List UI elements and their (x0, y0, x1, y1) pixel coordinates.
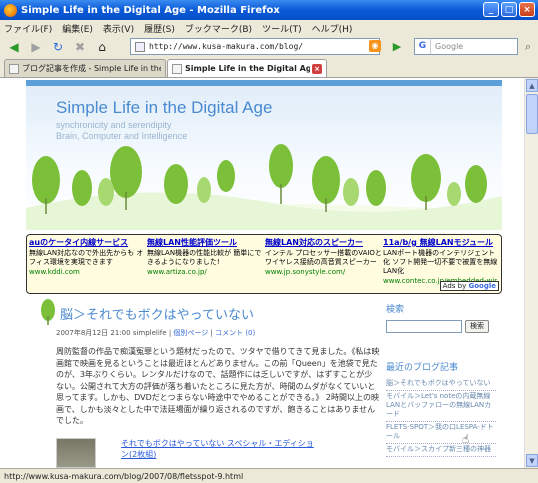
ad-title[interactable]: 無線LAN性能評価ツール (147, 237, 265, 248)
search-input[interactable]: G Google (414, 38, 518, 55)
reload-icon[interactable]: ↻ (48, 38, 68, 56)
menu-view[interactable]: 表示(V) (103, 22, 134, 35)
header-trees-illustration (26, 144, 502, 230)
address-bar[interactable]: http://www.kusa-makura.com/blog/ (130, 38, 380, 55)
menu-history[interactable]: 履歴(S) (144, 22, 175, 35)
menu-tools[interactable]: ツール(T) (262, 22, 302, 35)
recent-post-item[interactable]: 脳＞それでもボクはやっていない (386, 378, 496, 391)
go-icon[interactable]: ▶ (388, 38, 406, 55)
post-body: 周防監督の作品で痴漢冤罪という題材だったので、ツタヤで借りてきて見ました。《私は… (56, 347, 380, 425)
address-url: http://www.kusa-makura.com/blog/ (149, 42, 304, 51)
status-text: http://www.kusa-makura.com/blog/2007/08/… (4, 471, 244, 481)
main-column: 脳＞それでもボクはやっていない 2007年8月12日 21:00 simplel… (26, 298, 379, 468)
ads-by-label: Ads by (442, 282, 467, 290)
home-icon[interactable]: ⌂ (92, 38, 112, 56)
ads-by-google[interactable]: Ads by Google (439, 281, 499, 291)
post-meta: 2007年8月12日 21:00 simplelife | 個別ページ | コメ… (56, 329, 256, 337)
ad-description: LANポート機器のインテリジェント化 ソフト開発一切不要で被置を無線LAN化 (383, 249, 498, 275)
post-title[interactable]: 脳＞それでもボクはやっていない (60, 304, 254, 323)
recent-post-item[interactable]: FLETS-SPOT＞我の口LESPA-ドトール (386, 422, 496, 444)
rss-icon[interactable]: ◉ (369, 40, 381, 52)
status-bar: http://www.kusa-makura.com/blog/2007/08/… (0, 468, 538, 483)
vertical-scrollbar[interactable]: ▲ ▼ (524, 78, 538, 468)
scrollbar-thumb[interactable] (526, 94, 538, 134)
stop-icon[interactable]: ✖ (70, 38, 90, 56)
tab-create-post[interactable]: ブログ記事を作成 - Simple Life in the... (4, 59, 166, 77)
menubar: ファイル(F) 編集(E) 表示(V) 履歴(S) ブックマーク(B) ツール(… (0, 20, 538, 36)
tab-page-icon (9, 63, 19, 74)
ad-url[interactable]: www.jp.sonystyle.com/ (265, 268, 383, 276)
menu-edit[interactable]: 編集(E) (62, 22, 93, 35)
blog-header: Simple Life in the Digital Age synchroni… (26, 80, 502, 230)
window-titlebar[interactable]: Simple Life in the Digital Age - Mozilla… (0, 0, 538, 20)
recent-posts-list: 脳＞それでもボクはやっていない モバイル＞Let's noteの内蔵無線LANと… (386, 378, 496, 457)
ads-google-label: Google (468, 282, 496, 290)
menu-bookmarks[interactable]: ブックマーク(B) (185, 22, 252, 35)
sidebar-search-button[interactable]: 検索 (465, 320, 489, 333)
page-icon (135, 41, 145, 52)
ad-item[interactable]: 無線LAN性能評価ツール 無線LAN機器の性能比較が 簡単にできるようになりまし… (147, 237, 265, 276)
ad-item[interactable]: auのケータイ内線サービス 無線LAN対応なので外出先からも オフィス環境を実現… (29, 237, 147, 276)
product-thumbnail[interactable] (56, 438, 96, 468)
ad-url[interactable]: www.artiza.co.jp/ (147, 268, 265, 276)
comments-link[interactable]: コメント (0) (215, 329, 255, 337)
tab-page-icon (172, 63, 182, 74)
leaf-icon (41, 299, 55, 325)
search-placeholder: Google (435, 42, 464, 51)
ad-description: 無線LAN対応なので外出先からも オフィス環境を実現できます (29, 249, 144, 266)
ad-description: 無線LAN機器の性能比較が 簡単にできるようになりました! (147, 249, 262, 266)
search-heading: 検索 (386, 305, 405, 315)
menu-help[interactable]: ヘルプ(H) (312, 22, 353, 35)
product-link[interactable]: それでもボクはやっていない スペシャル・エディション(2枚組) (121, 438, 321, 460)
window-title: Simple Life in the Digital Age - Mozilla… (21, 4, 280, 16)
sidebar: 検索 検索 最近のブログ記事 脳＞それでもボクはやっていない モバイル＞Let'… (382, 298, 502, 468)
menu-file[interactable]: ファイル(F) (4, 22, 52, 35)
post-date: 2007年8月12日 21:00 (56, 329, 131, 337)
ad-title[interactable]: 11a/b/g 無線LANモジュール (383, 237, 501, 248)
tab-label: ブログ記事を作成 - Simple Life in the... (22, 64, 161, 73)
recent-post-item[interactable]: モバイル＞Let's noteの内蔵無線LANとバッファローの無線LANカード (386, 391, 496, 422)
google-ads-block: auのケータイ内線サービス 無線LAN対応なので外出先からも オフィス環境を実現… (26, 234, 502, 294)
search-icon[interactable]: ⌕ (520, 38, 536, 55)
tab-strip: ブログ記事を作成 - Simple Life in the... Simple … (0, 58, 538, 78)
ad-item[interactable]: 無線LAN対応のスピーカー インテル プロセッサー搭載のVAIOとワイヤレス接続… (265, 237, 383, 276)
sidebar-search-input[interactable] (386, 320, 462, 333)
ad-item[interactable]: 11a/b/g 無線LANモジュール LANポート機器のインテリジェント化 ソフ… (383, 237, 501, 285)
scroll-up-icon[interactable]: ▲ (526, 79, 538, 92)
ad-url[interactable]: www.kddi.com (29, 268, 147, 276)
recent-posts-heading: 最近のブログ記事 (386, 363, 459, 373)
hand-cursor-icon: ☝ (462, 432, 470, 446)
tab-blog[interactable]: Simple Life in the Digital Age × (167, 59, 327, 77)
tab-label: Simple Life in the Digital Age (185, 64, 310, 73)
ad-title[interactable]: auのケータイ内線サービス (29, 237, 147, 248)
tab-close-icon[interactable]: × (312, 63, 322, 74)
back-icon[interactable]: ◀ (4, 38, 24, 56)
forward-icon[interactable]: ▶ (26, 38, 46, 56)
close-button[interactable]: × (519, 2, 535, 17)
scroll-down-icon[interactable]: ▼ (526, 454, 538, 467)
permalink-link[interactable]: 個別ページ (173, 329, 208, 337)
google-icon[interactable]: G (415, 39, 431, 54)
firefox-icon (4, 3, 17, 17)
maximize-button[interactable]: □ (501, 2, 517, 17)
recent-post-item[interactable]: モバイル＞スカイプ新三種の神器 (386, 444, 496, 457)
ad-description: インテル プロセッサー搭載のVAIOとワイヤレス接続の高音質スピーカー (265, 249, 382, 266)
post-author: simplelife (132, 329, 167, 337)
minimize-button[interactable]: _ (483, 2, 499, 17)
ad-title[interactable]: 無線LAN対応のスピーカー (265, 237, 383, 248)
page-content: Simple Life in the Digital Age synchroni… (0, 78, 538, 468)
